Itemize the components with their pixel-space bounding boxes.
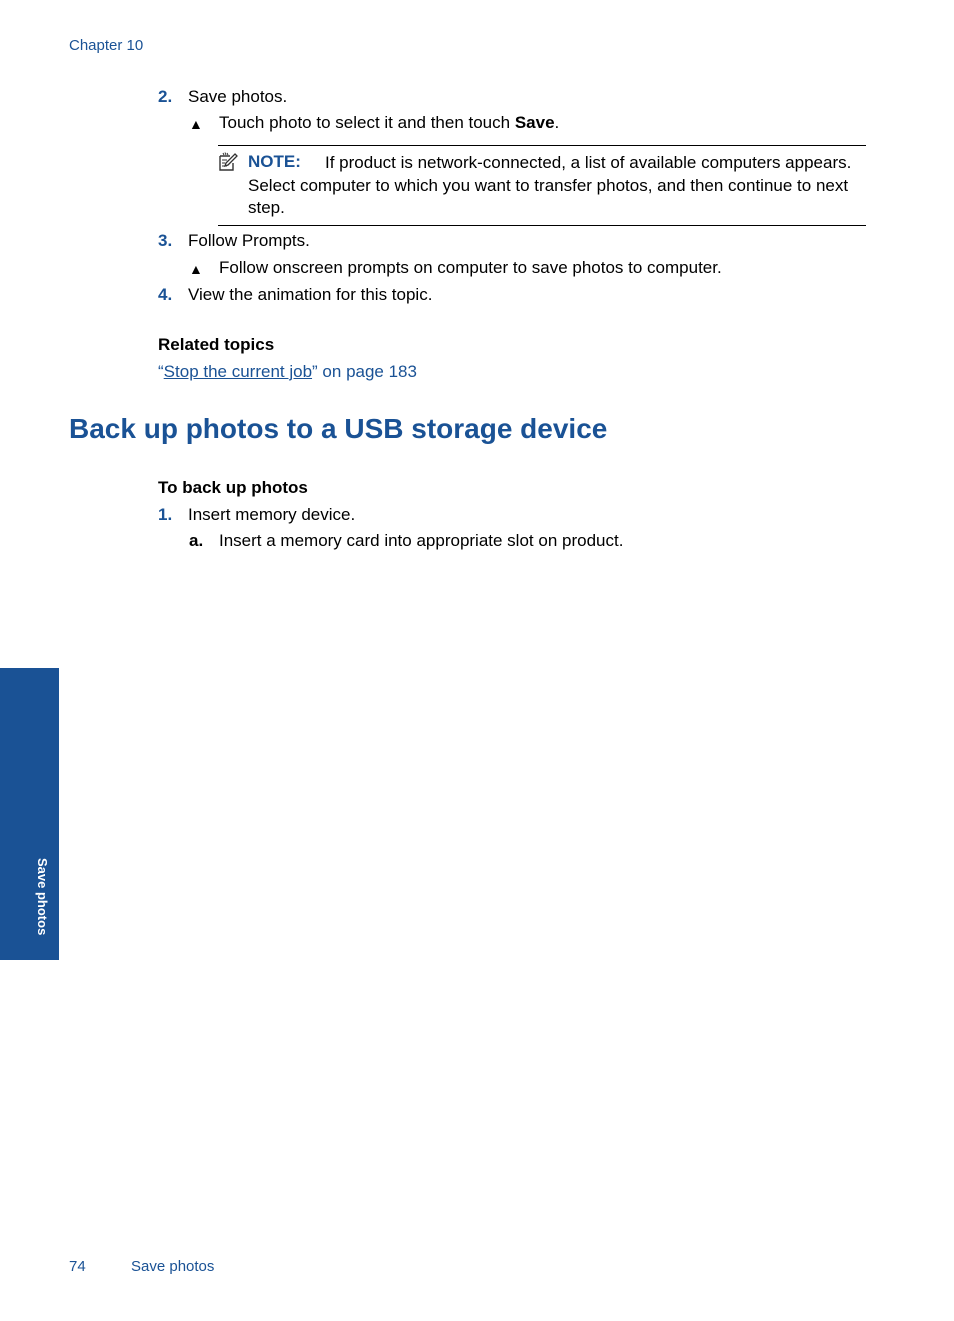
step-text: View the animation for this topic. bbox=[188, 285, 433, 304]
section-title: Back up photos to a USB storage device bbox=[69, 413, 608, 444]
related-topic-link[interactable]: “Stop the current job” on page 183 bbox=[158, 362, 417, 382]
substep-text: Insert a memory card into appropriate sl… bbox=[219, 531, 624, 550]
bullet-text: Touch photo to select it and then touch … bbox=[219, 113, 559, 133]
procedure-heading: To back up photos bbox=[158, 478, 308, 497]
side-tab-label: Save photos bbox=[35, 858, 50, 936]
step-text: Follow Prompts. bbox=[188, 231, 310, 250]
link-text[interactable]: Stop the current job bbox=[164, 362, 312, 381]
note-pencil-icon bbox=[219, 152, 238, 171]
triangle-bullet-icon: ▲ bbox=[189, 116, 203, 132]
footer-page-number: 74 bbox=[69, 1258, 86, 1275]
note-top-rule bbox=[218, 145, 866, 146]
footer-chapter-title: Save photos bbox=[131, 1258, 215, 1275]
step-number: 4. bbox=[158, 285, 173, 304]
running-header-chapter: Chapter 10 bbox=[69, 37, 144, 54]
note-bottom-rule bbox=[218, 225, 866, 226]
bullet-text-part: Touch photo to select it and then touch bbox=[219, 113, 515, 132]
bold-save: Save bbox=[514, 113, 555, 132]
step-text: Insert memory device. bbox=[188, 505, 356, 524]
triangle-bullet-icon: ▲ bbox=[189, 261, 203, 277]
bullet-text: Follow onscreen prompts on computer to s… bbox=[219, 258, 722, 277]
chapter-side-tab bbox=[0, 668, 59, 960]
step-number: 2. bbox=[158, 87, 173, 106]
step-number: 3. bbox=[158, 231, 173, 250]
bullet-text-end: . bbox=[554, 113, 560, 132]
substep-letter: a. bbox=[189, 531, 204, 550]
step-number: 1. bbox=[158, 505, 173, 524]
related-topics-heading: Related topics bbox=[158, 335, 275, 354]
link-page-ref: ” on page 183 bbox=[312, 362, 417, 381]
step-text: Save photos. bbox=[188, 87, 288, 106]
note-text: If product is network-connected, a list … bbox=[248, 153, 852, 217]
